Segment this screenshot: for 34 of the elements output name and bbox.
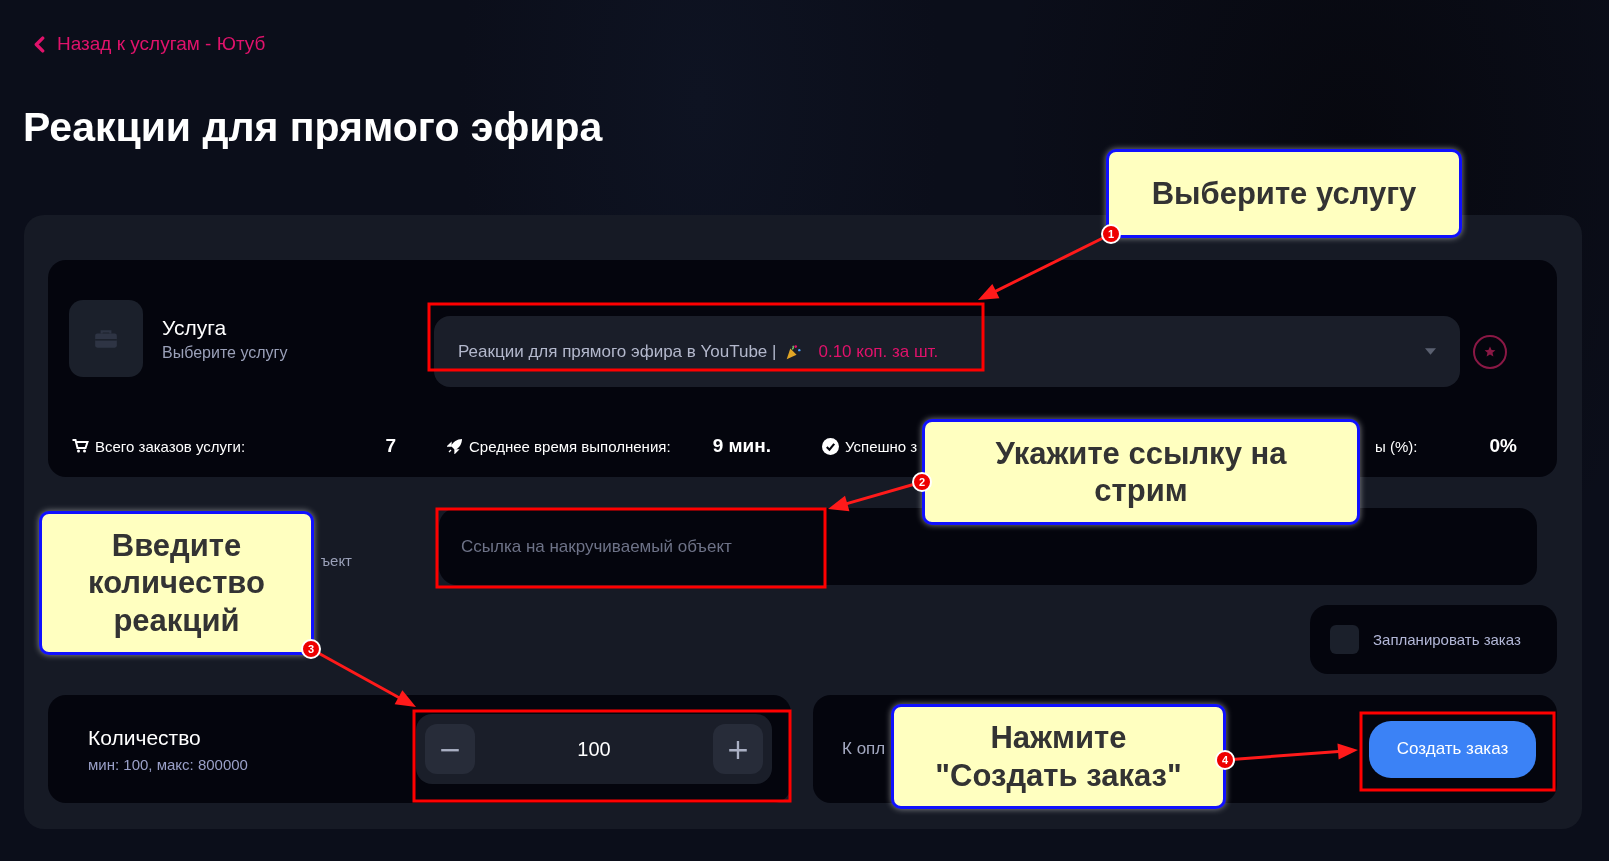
chevron-left-icon: [34, 35, 45, 53]
link-label: ъект: [320, 552, 352, 571]
minus-button[interactable]: −: [425, 724, 475, 774]
back-link[interactable]: Назад к услугам - Ютуб: [34, 33, 266, 55]
price-label: 0.10 коп. за шт.: [818, 341, 939, 362]
cart-icon: [72, 439, 89, 453]
caret-icon: [1425, 348, 1436, 355]
callout-text: Нажмите "Создать заказ": [934, 719, 1183, 794]
callout-text: Укажите ссылку на стрим: [994, 434, 1288, 510]
page-title: Реакции для прямого эфира: [23, 104, 603, 151]
schedule-label: Запланировать заказ: [1373, 631, 1521, 648]
stat-value: 0%: [1489, 435, 1517, 457]
callout-text: Выберите услугу: [1151, 174, 1417, 213]
party-popper-icon: [784, 342, 803, 361]
stat-label: Всего заказов услуги:: [95, 437, 246, 455]
quantity-input[interactable]: 100: [475, 736, 713, 762]
quantity-label: Количество: [88, 725, 202, 750]
check-circle-icon: [822, 437, 839, 455]
stat-value: 9 мин.: [712, 435, 771, 457]
service-select[interactable]: Реакции для прямого эфира в YouTube | 0.10 коп. за шт.: [434, 316, 1460, 387]
service-hint: Выберите услугу: [162, 343, 289, 362]
schedule-checkbox[interactable]: [1330, 625, 1359, 654]
stat-label: Среднее время выполнения:: [469, 437, 671, 455]
stat-label: ы (%):: [1375, 437, 1418, 455]
quantity-hint: мин: 100, макс: 800000: [88, 755, 249, 773]
rocket-icon: [447, 438, 463, 454]
create-order-button[interactable]: Создать заказ: [1369, 720, 1536, 778]
service-label: Услуга: [162, 315, 228, 340]
stat-value: 7: [385, 435, 396, 457]
stat-label: Успешно з: [845, 437, 918, 455]
payment-label: К опл: [842, 739, 886, 759]
callout-text: Введите количество реакций: [87, 527, 266, 639]
briefcase-icon: [69, 300, 143, 377]
plus-button[interactable]: +: [713, 724, 763, 774]
